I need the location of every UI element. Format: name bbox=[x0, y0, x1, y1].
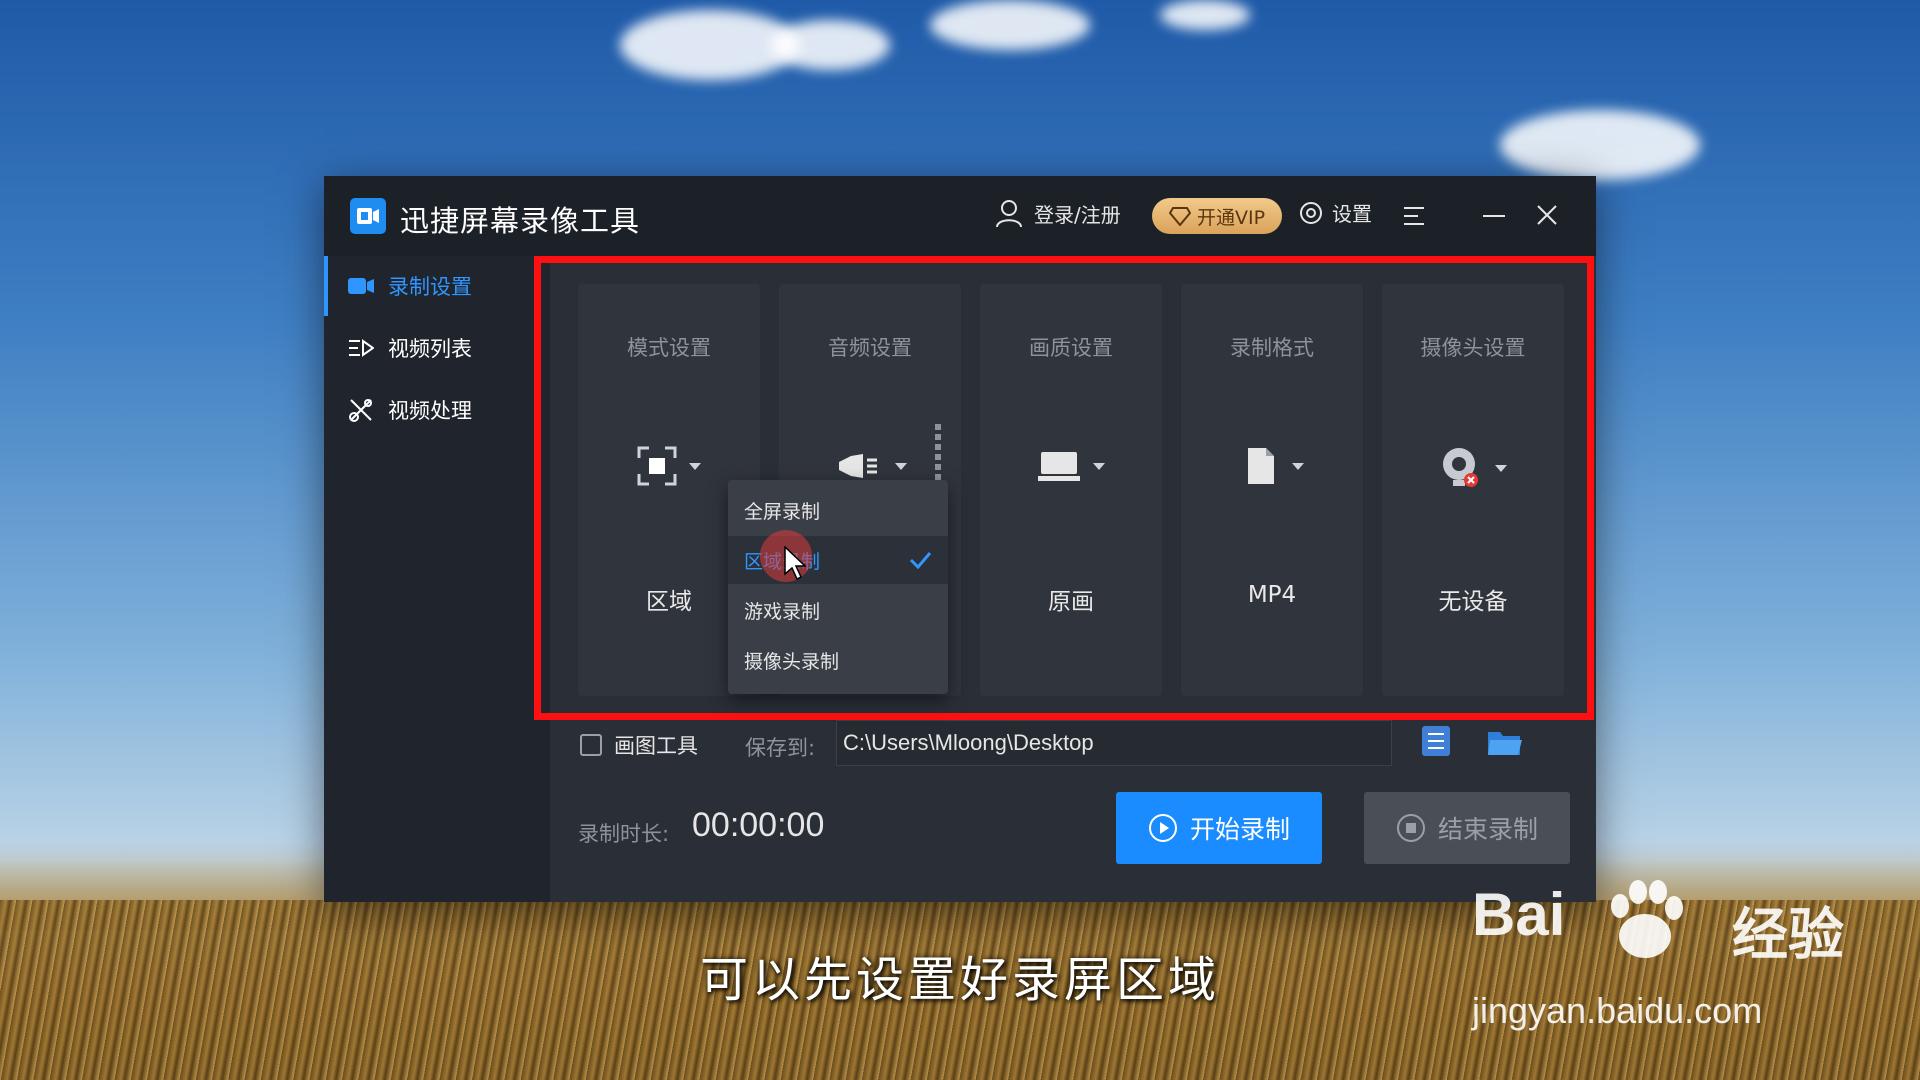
stop-record-label: 结束录制 bbox=[1437, 815, 1538, 844]
list-icon bbox=[348, 335, 374, 361]
save-path-input[interactable]: C:\Users\Mloong\Desktop bbox=[836, 720, 1392, 766]
option-label: 摄像头录制 bbox=[744, 650, 840, 673]
mouse-cursor-icon bbox=[784, 546, 806, 580]
stop-record-button[interactable]: 结束录制 bbox=[1364, 792, 1570, 864]
menu-icon[interactable] bbox=[1402, 204, 1426, 228]
vip-label: 开通VIP bbox=[1196, 206, 1266, 229]
draw-tool-checkbox[interactable] bbox=[580, 734, 602, 756]
stop-icon bbox=[1396, 814, 1425, 842]
cloud bbox=[1500, 110, 1700, 180]
sidebar-item-video-processing[interactable]: 视频处理 bbox=[324, 380, 550, 440]
sidebar: 录制设置 视频列表 视频处理 bbox=[324, 256, 550, 902]
dropdown-option-webcam[interactable]: 摄像头录制 bbox=[728, 636, 948, 684]
tools-icon bbox=[348, 397, 374, 423]
user-icon bbox=[996, 200, 1022, 228]
draw-tool-toggle[interactable]: 画图工具 bbox=[580, 730, 698, 760]
start-record-button[interactable]: 开始录制 bbox=[1116, 792, 1322, 864]
camera-icon bbox=[348, 273, 374, 299]
watermark-cn: 经验 bbox=[1732, 903, 1844, 968]
mode-dropdown-menu: 全屏录制 区域录制 游戏录制 摄像头录制 bbox=[728, 480, 948, 694]
draw-tool-label: 画图工具 bbox=[614, 734, 698, 758]
login-button[interactable]: 登录/注册 bbox=[994, 198, 1121, 228]
dropdown-option-fullscreen[interactable]: 全屏录制 bbox=[728, 486, 948, 534]
paw-logo-icon bbox=[1611, 880, 1683, 958]
app-title: 迅捷屏幕录像工具 bbox=[400, 204, 641, 238]
cloud bbox=[930, 0, 1090, 50]
highlight-annotation bbox=[534, 256, 1594, 720]
cloud bbox=[1160, 0, 1250, 30]
duration-value: 00:00:00 bbox=[692, 806, 825, 844]
minimize-icon[interactable] bbox=[1482, 204, 1506, 228]
sidebar-item-label: 视频处理 bbox=[388, 399, 472, 423]
watermark-brand: Bai bbox=[1472, 881, 1566, 948]
close-icon[interactable] bbox=[1534, 202, 1560, 228]
start-record-label: 开始录制 bbox=[1189, 815, 1290, 844]
option-label: 游戏录制 bbox=[744, 600, 821, 623]
checkmark-icon bbox=[909, 552, 932, 570]
titlebar[interactable]: 迅捷屏幕录像工具 登录/注册 开通VIP 设置 bbox=[324, 176, 1596, 256]
settings-label: 设置 bbox=[1332, 202, 1372, 226]
save-to-label: 保存到: bbox=[745, 736, 816, 760]
baidu-watermark: Bai 经验 jingyan.baidu.com bbox=[1472, 880, 1852, 1040]
watermark-url: jingyan.baidu.com bbox=[1472, 990, 1763, 1031]
folder-icon[interactable] bbox=[1486, 726, 1524, 758]
settings-button[interactable]: 设置 bbox=[1298, 198, 1372, 227]
dropdown-option-game[interactable]: 游戏录制 bbox=[728, 586, 948, 634]
vip-button[interactable]: 开通VIP bbox=[1152, 198, 1282, 234]
duration-label: 录制时长: bbox=[578, 822, 670, 846]
gear-icon bbox=[1300, 201, 1322, 224]
file-list-icon[interactable] bbox=[1420, 724, 1452, 758]
sidebar-item-label: 视频列表 bbox=[388, 337, 472, 361]
sidebar-item-record-settings[interactable]: 录制设置 bbox=[324, 256, 550, 316]
option-label: 全屏录制 bbox=[744, 500, 821, 523]
app-logo-icon bbox=[350, 198, 386, 234]
sidebar-item-video-list[interactable]: 视频列表 bbox=[324, 318, 550, 378]
cloud bbox=[770, 20, 890, 70]
sidebar-item-label: 录制设置 bbox=[388, 275, 472, 299]
play-icon bbox=[1148, 814, 1177, 842]
diamond-icon bbox=[1168, 207, 1191, 226]
login-label: 登录/注册 bbox=[1034, 202, 1121, 227]
